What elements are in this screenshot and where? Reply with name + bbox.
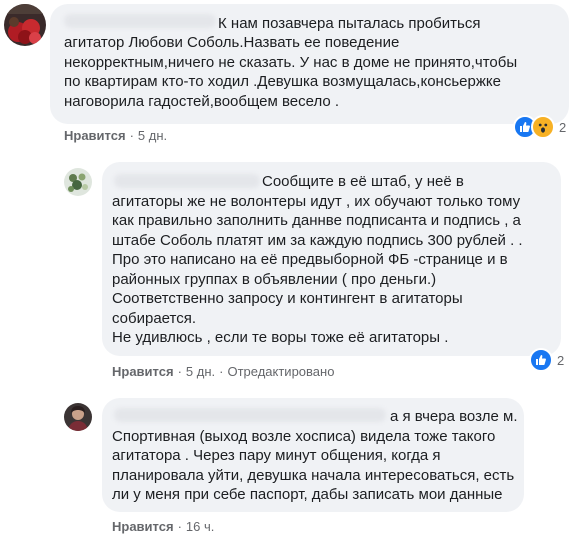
like-link[interactable]: Нравится — [112, 364, 174, 379]
avatar-image — [4, 4, 46, 46]
separator-dot: · — [177, 364, 182, 379]
comment-text-line: планировала уйти, девушка начала интерес… — [112, 467, 515, 484]
comment-text-line: агитатор Любови Соболь.Назвать ее поведе… — [64, 34, 400, 51]
avatar[interactable] — [4, 4, 46, 46]
comment-text-line: Соответственно запросу и контингент в аг… — [112, 290, 463, 307]
comment-text-line: а я вчера возле м. — [390, 408, 518, 425]
timestamp[interactable]: 5 дн. — [138, 128, 167, 143]
comment-text-line: Про это написано на её предвыборной ФБ -… — [112, 251, 508, 268]
separator-dot: · — [129, 128, 134, 143]
comment-text-line: районных группах в объявлении ( про день… — [112, 271, 437, 288]
timestamp[interactable]: 16 ч. — [186, 519, 214, 534]
comment-text-line: Не удивлюсь , если те воры тоже её агита… — [112, 329, 449, 346]
comment-actions: Нравится · 5 дн. · Отредактировано — [112, 364, 334, 379]
reactions-summary[interactable]: 2 — [529, 348, 564, 372]
reaction-count: 2 — [559, 119, 567, 135]
comment-text-line: К нам позавчера пыталась пробиться — [218, 15, 481, 32]
comment-text-line: Спортивная (выход возле хосписа) видела … — [112, 428, 496, 445]
avatar-image — [64, 403, 92, 431]
reaction-count: 2 — [557, 352, 565, 368]
author-name-redacted[interactable] — [114, 408, 386, 422]
avatar[interactable] — [64, 168, 92, 196]
comment-text-line: штабе Соболь платят им за каждую подпись… — [112, 232, 523, 249]
comment-text-line: агитатора . Через пару минут общения, ко… — [112, 447, 441, 464]
avatar[interactable] — [64, 403, 92, 431]
reactions-summary[interactable]: 2 — [513, 115, 566, 139]
comment-text-line: Сообщите в её штаб, у неё в — [262, 173, 464, 190]
author-name-redacted[interactable] — [114, 174, 260, 188]
comment-text-line: некорректным,ничего не сказать. У нас в … — [64, 54, 518, 71]
like-link[interactable]: Нравится — [112, 519, 174, 534]
separator-dot: · — [177, 519, 182, 534]
like-link[interactable]: Нравится — [64, 128, 126, 143]
separator-dot: · — [219, 364, 224, 379]
comment-text-line: собирается. — [112, 310, 197, 327]
comment-actions: Нравится · 16 ч. — [112, 519, 214, 534]
comment-text-line: как правильно заполнить даннве подписант… — [112, 212, 521, 229]
comment-actions: Нравится · 5 дн. — [64, 128, 167, 143]
edited-label[interactable]: Отредактировано — [227, 364, 334, 379]
avatar-image — [64, 168, 92, 196]
timestamp[interactable]: 5 дн. — [186, 364, 215, 379]
comment-text-line: наговорила гадостей,вообщем весело . — [64, 93, 340, 110]
comment-text-line: по квартирам кто-то ходил .Девушка возму… — [64, 73, 501, 90]
comment-text-line: ли у меня при себе паспорт, дабы записат… — [112, 486, 503, 503]
wow-icon — [531, 115, 555, 139]
comment-text-line: агитаторы же не волонтеры идут , их обуч… — [112, 193, 521, 210]
like-icon — [529, 348, 553, 372]
author-name-redacted[interactable] — [64, 14, 216, 28]
